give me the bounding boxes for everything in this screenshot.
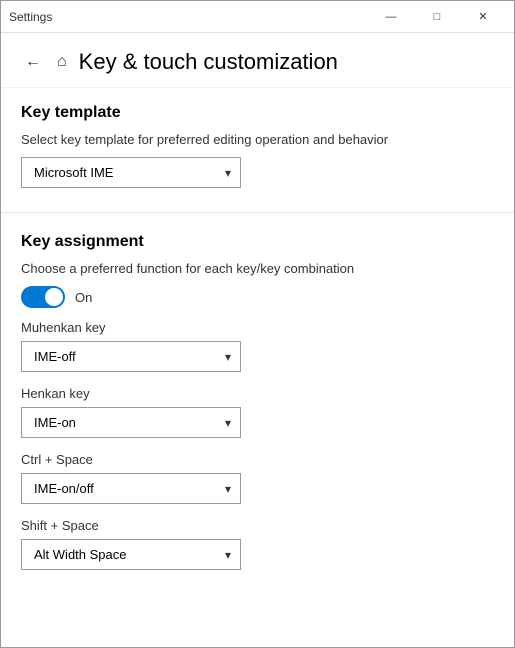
shift-space-dropdown-container: Alt Width Space Width Space IME-off None…	[21, 539, 241, 570]
key-template-dropdown[interactable]: Microsoft IME ATOK Custom	[21, 157, 241, 188]
title-bar-controls: — □ ✕	[368, 1, 506, 33]
toggle-label: On	[75, 290, 92, 305]
content-area: ← ⌂ Key & touch customization Key templa…	[1, 33, 514, 647]
key-assignment-section: Key assignment Choose a preferred functi…	[1, 217, 514, 590]
shift-space-label: Shift + Space	[21, 518, 494, 533]
title-bar-left: Settings	[9, 10, 368, 24]
key-template-section: Key template Select key template for pre…	[1, 88, 514, 208]
henkan-label: Henkan key	[21, 386, 494, 401]
section-divider	[1, 212, 514, 213]
henkan-dropdown[interactable]: IME-off IME-on IME-on/off None	[21, 407, 241, 438]
key-assignment-title: Key assignment	[21, 233, 494, 251]
back-button[interactable]: ←	[21, 49, 45, 75]
ctrl-space-label: Ctrl + Space	[21, 452, 494, 467]
key-assignment-description: Choose a preferred function for each key…	[21, 261, 494, 276]
key-template-dropdown-container: Microsoft IME ATOK Custom ▾	[21, 157, 241, 188]
key-template-description: Select key template for preferred editin…	[21, 132, 494, 147]
muhenkan-label: Muhenkan key	[21, 320, 494, 335]
home-icon: ⌂	[57, 53, 67, 71]
toggle-row: On	[21, 286, 494, 308]
back-icon: ←	[25, 53, 41, 71]
ctrl-space-dropdown-container: IME-off IME-on IME-on/off None ▾	[21, 473, 241, 504]
toggle-slider	[21, 286, 65, 308]
key-template-title: Key template	[21, 104, 494, 122]
page-header: ← ⌂ Key & touch customization	[1, 33, 514, 88]
maximize-button[interactable]: □	[414, 1, 460, 33]
page-title: Key & touch customization	[79, 49, 338, 75]
ctrl-space-dropdown[interactable]: IME-off IME-on IME-on/off None	[21, 473, 241, 504]
settings-window: Settings — □ ✕ ← ⌂ Key & touch customiza…	[0, 0, 515, 648]
muhenkan-dropdown-container: IME-off IME-on IME-on/off None ▾	[21, 341, 241, 372]
title-bar: Settings — □ ✕	[1, 1, 514, 33]
key-assignment-toggle[interactable]	[21, 286, 65, 308]
close-button[interactable]: ✕	[460, 1, 506, 33]
henkan-dropdown-container: IME-off IME-on IME-on/off None ▾	[21, 407, 241, 438]
window-title: Settings	[9, 10, 52, 24]
muhenkan-dropdown[interactable]: IME-off IME-on IME-on/off None	[21, 341, 241, 372]
minimize-button[interactable]: —	[368, 1, 414, 33]
shift-space-dropdown[interactable]: Alt Width Space Width Space IME-off None	[21, 539, 241, 570]
